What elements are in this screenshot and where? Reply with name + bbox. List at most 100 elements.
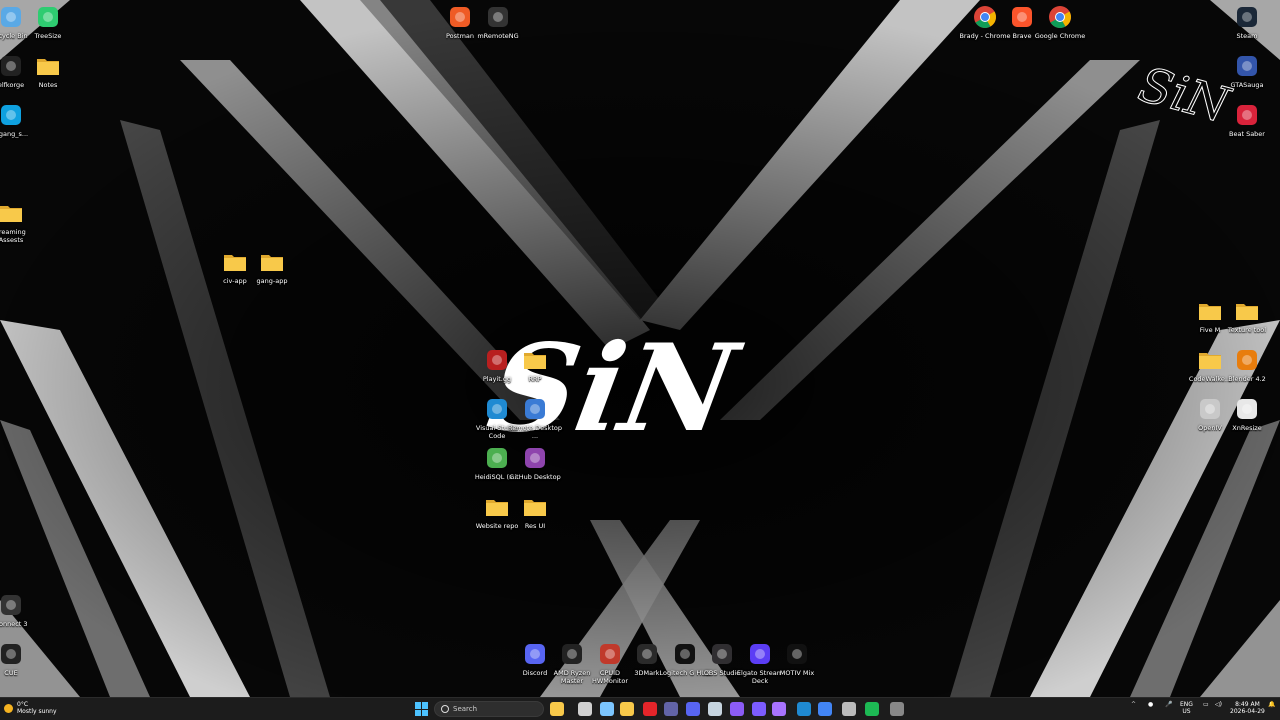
folder-icon <box>1234 298 1260 324</box>
github-desktop-icon[interactable] <box>772 702 786 716</box>
folder-icon <box>35 53 61 79</box>
desktop-icon-label: Remote Desktop ... <box>508 424 562 440</box>
app-icon <box>1234 53 1260 79</box>
desktop-icon-label: MOTIV Mix <box>779 669 815 677</box>
folder-icon <box>1197 347 1223 373</box>
edge-icon <box>0 102 24 128</box>
ryzen-master-icon <box>559 641 585 667</box>
desktop-icon-label: mRemoteNG <box>477 32 519 40</box>
spotify-icon[interactable] <box>865 702 879 716</box>
search-label: Search <box>453 705 478 713</box>
desktop-icon[interactable]: MOTIV Mix <box>772 641 822 677</box>
vscode-icon[interactable] <box>797 702 811 716</box>
app-icon <box>0 53 24 79</box>
desktop-icon[interactable]: Blender 4.2 <box>1222 347 1272 383</box>
desktop-icon-label: Steam <box>1236 32 1258 40</box>
desktop-icon[interactable]: mRemoteNG <box>473 4 523 40</box>
weather-description: Mostly sunny <box>17 708 57 715</box>
recycle-bin-icon <box>0 4 24 30</box>
xnresize-icon <box>1234 396 1260 422</box>
desktop-icon-label: TreeSize <box>34 32 62 40</box>
github-desktop-icon <box>522 445 548 471</box>
windows-logo-icon <box>415 702 421 709</box>
folder-icon <box>522 494 548 520</box>
microphone-icon[interactable]: 🎤 <box>1165 701 1172 708</box>
desktop-icon[interactable]: RRP <box>510 347 560 383</box>
desktop-icon[interactable]: Remote Desktop ... <box>508 396 562 440</box>
desktop-icon[interactable]: Connect 3 <box>0 592 36 628</box>
obs-icon[interactable] <box>842 702 856 716</box>
motiv-mix-icon <box>784 641 810 667</box>
desktop-icon[interactable]: treaming Assests <box>0 200 36 244</box>
desktop-icon-label: CUE <box>4 669 18 677</box>
app-icon[interactable] <box>730 702 744 716</box>
copilot-icon[interactable] <box>600 702 614 716</box>
desktop-icon[interactable]: Res UI <box>510 494 560 530</box>
desktop-icon[interactable]: GitHub Desktop <box>509 445 561 481</box>
weather-widget[interactable]: 0°C Mostly sunny <box>4 701 57 715</box>
desktop-icon-label: Notes <box>38 81 58 89</box>
stream-deck-icon[interactable] <box>752 702 766 716</box>
terminal-icon[interactable] <box>890 702 904 716</box>
desktop-icon-label: gang-app <box>256 277 288 285</box>
chrome-icon <box>972 4 998 30</box>
acrobat-icon[interactable] <box>643 702 657 716</box>
desktop-icon[interactable]: TreeSize <box>23 4 73 40</box>
chrome-icon[interactable] <box>818 702 832 716</box>
blender-icon <box>1234 347 1260 373</box>
show-hidden-icons[interactable]: ^ <box>1131 701 1136 708</box>
desktop-wallpaper: SiN SiN <box>0 0 1280 697</box>
search-icon <box>441 705 449 713</box>
task-view-icon[interactable] <box>578 702 592 716</box>
desktop-icon-label: treaming Assests <box>0 228 26 244</box>
remote-desktop-icon <box>522 396 548 422</box>
obs-icon <box>709 641 735 667</box>
network-icon[interactable]: ▭ <box>1203 701 1209 708</box>
language-indicator[interactable]: ENG US <box>1180 701 1193 715</box>
weather-temperature: 0°C <box>17 701 29 708</box>
steam-icon[interactable] <box>708 702 722 716</box>
clock-date: 2026-04-29 <box>1230 708 1265 715</box>
icue-icon <box>0 641 24 667</box>
desktop-icon[interactable]: Steam <box>1222 4 1272 40</box>
folder-icon[interactable] <box>620 702 634 716</box>
desktop-icon[interactable]: Google Chrome <box>1035 4 1085 40</box>
stream-deck-icon <box>747 641 773 667</box>
desktop-icon-label: l_gang_s... <box>0 130 29 138</box>
file-explorer-icon[interactable] <box>550 702 564 716</box>
discord-icon[interactable] <box>686 702 700 716</box>
vscode-icon <box>484 396 510 422</box>
steam-icon <box>1234 4 1260 30</box>
desktop-icon[interactable]: CUE <box>0 641 36 677</box>
desktop-icon[interactable]: Notes <box>23 53 73 89</box>
volume-icon[interactable]: ◁) <box>1215 701 1222 708</box>
desktop-icon-label: Beat Saber <box>1229 130 1265 138</box>
3dmark-icon <box>634 641 660 667</box>
desktop-icon-label: GTASauga <box>1230 81 1264 89</box>
desktop-icon[interactable]: Beat Saber <box>1222 102 1272 138</box>
desktop-icon-label: GitHub Desktop <box>509 473 561 481</box>
mremoteng-icon <box>485 4 511 30</box>
desktop-icon[interactable]: l_gang_s... <box>0 102 36 138</box>
desktop-icon[interactable]: gang-app <box>247 249 297 285</box>
clock-time: 8:49 AM <box>1235 701 1260 708</box>
desktop-icon[interactable]: Texture tool <box>1222 298 1272 334</box>
desktop-icon-label: Connect 3 <box>0 620 28 628</box>
connect-icon <box>0 592 24 618</box>
desktop-icon[interactable]: GTASauga <box>1222 53 1272 89</box>
folder-icon <box>484 494 510 520</box>
start-button[interactable] <box>415 702 429 716</box>
notifications-icon[interactable]: 🔔 <box>1268 701 1275 708</box>
folder-icon <box>222 249 248 275</box>
taskbar: 0°C Mostly sunny Search ^ ● 🎤 ENG US ▭ ◁… <box>0 697 1280 720</box>
desktop-icon[interactable]: XnResize <box>1222 396 1272 432</box>
folder-icon <box>0 200 24 226</box>
heidisql-icon <box>484 445 510 471</box>
teams-icon[interactable] <box>664 702 678 716</box>
desktop-icon-label: Res UI <box>524 522 546 530</box>
taskbar-search[interactable]: Search <box>434 701 544 717</box>
hwmonitor-icon <box>597 641 623 667</box>
tray-icon[interactable]: ● <box>1148 701 1153 708</box>
clock[interactable]: 8:49 AM 2026-04-29 <box>1230 701 1265 715</box>
discord-icon <box>522 641 548 667</box>
